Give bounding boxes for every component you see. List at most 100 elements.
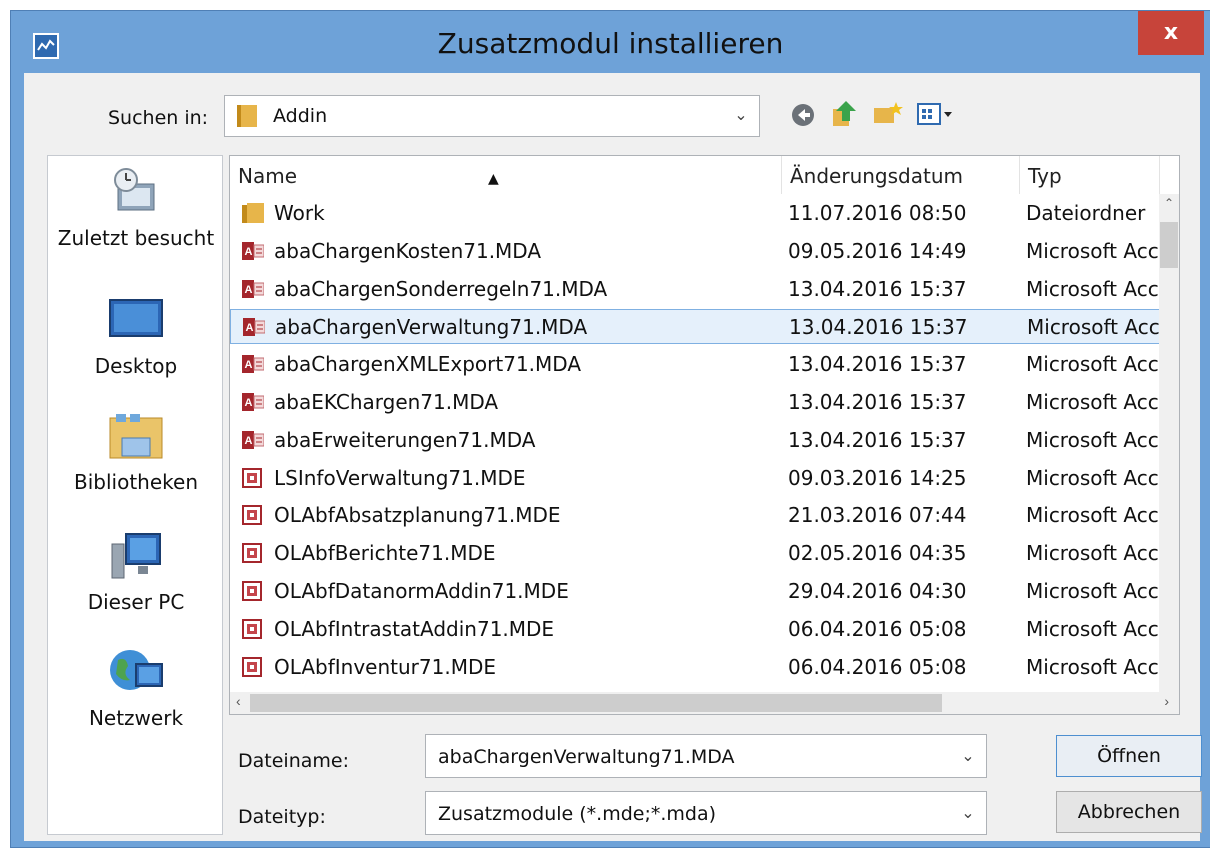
file-name: abaEKChargen71.MDA: [274, 390, 499, 414]
file-row[interactable]: OLAbfBerichte71.MDE 02.05.2016 04:35 Micro…: [230, 536, 1160, 571]
dialog-title: Zusatzmodul installieren: [437, 27, 784, 60]
file-row[interactable]: OLAbfAbsatzplanung71.MDE 21.03.2016 07:44…: [230, 498, 1160, 533]
file-type: Microsoft Acc: [1026, 579, 1159, 603]
file-date: 02.05.2016 04:35: [788, 541, 967, 566]
svg-text:A: A: [246, 322, 254, 334]
file-type: Microsoft Acc: [1026, 503, 1159, 528]
file-row[interactable]: OLAbfIntrastatAddin71.MDE 06.04.2016 05:0…: [230, 612, 1160, 647]
access-addin-icon: A: [242, 392, 265, 412]
file-date: 06.04.2016 05:08: [788, 616, 967, 641]
file-date: 09.05.2016 14:49: [788, 238, 967, 263]
svg-text:A: A: [245, 435, 253, 447]
close-button[interactable]: x: [1138, 11, 1204, 55]
file-name: OLAbfAbsatzplanung71.MDE: [274, 503, 561, 528]
column-header-name[interactable]: Name ▲: [230, 156, 782, 194]
filename-combo[interactable]: abaChargenVerwaltung71.MDA ⌄: [425, 734, 987, 778]
network-icon: [108, 646, 164, 698]
file-date: 11.07.2016 08:50: [788, 201, 967, 225]
file-row[interactable]: AabaChargenSonderregeln71.MDA 13.04.2016 …: [230, 272, 1160, 307]
file-date: 09.03.2016 14:25: [788, 465, 967, 490]
file-row[interactable]: AabaChargenVerwaltung71.MDA 13.04.2016 15…: [230, 309, 1160, 345]
svg-text:A: A: [245, 246, 253, 258]
file-name: OLAbfBerichte71.MDE: [274, 541, 496, 566]
chevron-down-icon[interactable]: ⌄: [956, 735, 980, 779]
place-label: Zuletzt besucht: [57, 226, 215, 250]
access-addin-icon: A: [242, 354, 265, 374]
scroll-thumb-vertical[interactable]: [1160, 222, 1178, 268]
file-row[interactable]: AabaChargenXMLExport71.MDA 13.04.2016 15:…: [230, 347, 1160, 382]
file-type: Microsoft Acc: [1026, 541, 1159, 566]
filetype-combo[interactable]: Zusatzmodule (*.mde;*.mda) ⌄: [425, 791, 987, 835]
file-row[interactable]: AabaEKChargen71.MDA 13.04.2016 15:37 Micro…: [230, 385, 1160, 420]
filename-label: Dateiname:: [238, 750, 349, 772]
place-label: Desktop: [94, 354, 178, 378]
file-type: Microsoft Acc: [1026, 465, 1159, 490]
scroll-left-icon[interactable]: ‹: [236, 693, 241, 709]
desktop-icon: [108, 294, 164, 346]
lookin-label: Suchen in:: [108, 107, 209, 129]
file-name: abaErweiterungen71.MDA: [274, 427, 536, 452]
file-date: 13.04.2016 15:37: [788, 352, 967, 377]
file-row[interactable]: Work 11.07.2016 08:50 Dateiordner: [230, 196, 1160, 231]
filename-input[interactable]: abaChargenVerwaltung71.MDA: [438, 735, 735, 779]
file-row[interactable]: LSInfoVerwaltung71.MDE 09.03.2016 14:25 Mi…: [230, 461, 1160, 496]
lookin-combo[interactable]: Addin ⌄: [224, 95, 760, 137]
access-mde-icon: [242, 505, 264, 526]
scroll-thumb-horizontal[interactable]: [250, 694, 942, 712]
back-icon[interactable]: [790, 101, 820, 129]
file-date: 13.04.2016 15:37: [788, 427, 967, 452]
open-button[interactable]: Öffnen: [1056, 735, 1202, 777]
file-name: OLAbfInventur71.MDE: [274, 654, 496, 679]
horizontal-scrollbar[interactable]: ‹ ›: [230, 692, 1179, 714]
file-row[interactable]: OLAbfInventur71.MDE 06.04.2016 05:08 Micro…: [230, 650, 1160, 685]
places-bar: Zuletzt besucht Desktop Bibliotheken Die…: [47, 155, 223, 835]
file-row[interactable]: AabaChargenKosten71.MDA 09.05.2016 14:49 M…: [230, 234, 1160, 269]
file-type: Microsoft Acc: [1026, 654, 1159, 679]
file-type: Dateiordner: [1026, 201, 1146, 225]
file-row[interactable]: AabaErweiterungen71.MDA 13.04.2016 15:37 M…: [230, 423, 1160, 458]
file-name: OLAbfDatanormAddin71.MDE: [274, 579, 569, 603]
file-date: 13.04.2016 15:37: [789, 315, 968, 340]
new-folder-icon[interactable]: [872, 99, 903, 127]
place-desktop[interactable]: Desktop: [48, 294, 224, 378]
up-folder-icon[interactable]: [830, 99, 860, 127]
title-bar[interactable]: Zusatzmodul installieren x: [11, 11, 1210, 73]
place-recent[interactable]: Zuletzt besucht: [48, 166, 224, 250]
file-date: 06.04.2016 05:08: [788, 654, 967, 679]
cancel-button[interactable]: Abbrechen: [1056, 791, 1202, 833]
scroll-up-icon[interactable]: ⌃: [1159, 196, 1179, 214]
file-date: 21.03.2016 07:44: [788, 503, 967, 528]
recent-places-icon: [108, 166, 164, 218]
chevron-down-icon[interactable]: ⌄: [956, 792, 980, 836]
access-mde-icon: [242, 467, 264, 488]
folder-icon: [237, 105, 257, 127]
file-date: 29.04.2016 04:30: [788, 579, 967, 603]
place-label: Bibliotheken: [74, 470, 198, 494]
scroll-right-icon[interactable]: ›: [1164, 693, 1169, 709]
dialog-body: Suchen in: Addin ⌄ Zuletzt besucht Deskt…: [24, 73, 1202, 841]
place-computer[interactable]: Dieser PC: [48, 530, 224, 614]
folder-icon: [242, 203, 264, 223]
place-libraries[interactable]: Bibliotheken: [48, 410, 224, 494]
file-type: Microsoft Acc: [1026, 238, 1159, 263]
access-addin-icon: A: [243, 317, 266, 337]
vertical-scrollbar[interactable]: ⌃ ⌄: [1159, 194, 1179, 714]
file-name: OLAbfIntrastatAddin71.MDE: [274, 616, 555, 641]
access-addin-icon: A: [242, 241, 265, 261]
column-header-type[interactable]: Typ: [1020, 156, 1160, 194]
dialog-window: Zusatzmodul installieren x Suchen in: Ad…: [10, 10, 1210, 848]
file-type: Microsoft Acc: [1026, 427, 1159, 452]
libraries-icon: [108, 410, 164, 462]
file-date: 13.04.2016 15:37: [788, 276, 967, 301]
file-list[interactable]: Name ▲ Änderungsdatum Typ Work 11.07.2016…: [229, 155, 1180, 715]
place-label: Netzwerk: [88, 706, 184, 730]
view-menu-icon[interactable]: [916, 101, 960, 129]
file-name: abaChargenSonderregeln71.MDA: [274, 276, 608, 301]
access-addin-icon: A: [242, 430, 265, 450]
column-header-date[interactable]: Änderungsdatum: [782, 156, 1020, 194]
chevron-down-icon[interactable]: ⌄: [729, 96, 753, 136]
file-row[interactable]: OLAbfDatanormAddin71.MDE 29.04.2016 04:30…: [230, 574, 1160, 609]
list-header: Name ▲ Änderungsdatum Typ: [230, 156, 1179, 194]
place-network[interactable]: Netzwerk: [48, 646, 224, 730]
access-addin-icon: A: [242, 279, 265, 299]
